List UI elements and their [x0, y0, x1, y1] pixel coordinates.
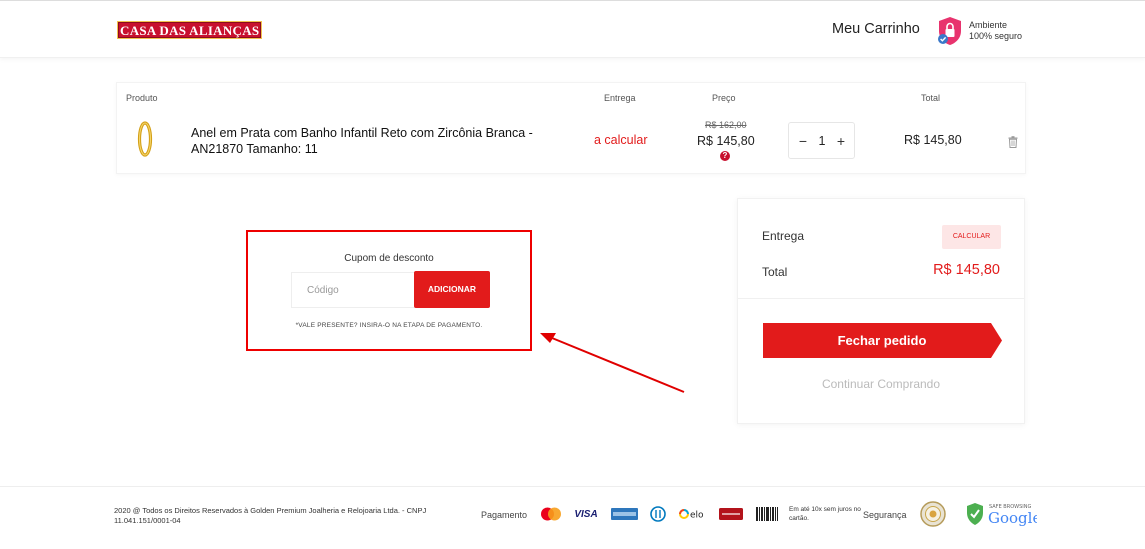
- close-order-button[interactable]: Fechar pedido: [763, 323, 1003, 358]
- mastercard-icon: [540, 504, 562, 524]
- visa-icon: VISA: [574, 508, 598, 520]
- amex-icon: [611, 504, 638, 524]
- boleto-icon: [756, 504, 778, 524]
- installments-text: Em até 10x sem juros no cartão.: [789, 506, 861, 522]
- google-wordmark: Google: [988, 509, 1037, 527]
- elo-icon: elo: [679, 504, 707, 524]
- close-order-label: Fechar pedido: [837, 333, 927, 348]
- svg-text:elo: elo: [690, 511, 704, 521]
- google-safe-browsing-badge: SAFE BROWSING Google: [965, 501, 1041, 529]
- copyright-text: 2020 @ Todos os Direitos Reservados à Go…: [114, 506, 427, 525]
- order-summary: Entrega CALCULAR Total R$ 145,80 Fechar …: [737, 198, 1025, 424]
- summary-total-value: R$ 145,80: [933, 262, 1000, 278]
- security-label: Segurança: [863, 510, 907, 520]
- summary-delivery-label: Entrega: [762, 229, 805, 243]
- summary-divider: [738, 298, 1024, 299]
- diners-icon: [650, 504, 666, 524]
- payment-label: Pagamento: [481, 510, 528, 520]
- security-seal-icon: [920, 501, 946, 527]
- site-footer: 2020 @ Todos os Direitos Reservados à Go…: [0, 486, 1145, 549]
- calculate-shipping-button[interactable]: CALCULAR: [942, 225, 1001, 249]
- continue-shopping-link[interactable]: Continuar Comprando: [738, 377, 1024, 391]
- hipercard-icon: [719, 504, 743, 524]
- summary-total-label: Total: [762, 265, 788, 279]
